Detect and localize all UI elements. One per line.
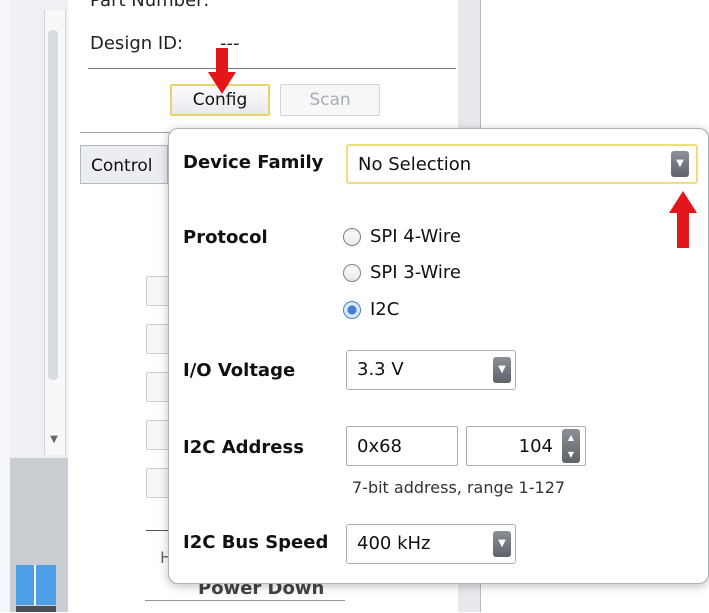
device-family-select[interactable]: No Selection [346, 144, 698, 184]
part-number-label: Part Number: [90, 0, 210, 11]
io-voltage-select[interactable]: 3.3 V [346, 350, 516, 390]
left-edge-strip [0, 0, 10, 612]
radio-label-spi-3-wire: SPI 3-Wire [370, 262, 462, 283]
red-arrow-down-head-icon [208, 72, 236, 94]
red-arrow-icon [677, 212, 689, 248]
bottom-control-box [145, 600, 345, 613]
device-family-value: No Selection [358, 154, 472, 175]
separator-line [88, 68, 456, 69]
radio-i2c[interactable] [343, 301, 361, 319]
i2c-address-hex-input[interactable]: 0x68 [346, 426, 458, 466]
scroll-down-arrow-icon[interactable]: ▼ [46, 432, 62, 448]
i2c-bus-speed-value: 400 kHz [357, 533, 431, 554]
i2c-bus-speed-select[interactable]: 400 kHz [346, 524, 516, 564]
design-id-label: Design ID: [90, 33, 184, 54]
i2c-address-hint: 7-bit address, range 1-127 [352, 478, 566, 497]
chevron-down-icon[interactable]: ▼ [493, 357, 511, 383]
spinner-up-down-icon[interactable]: ▲ ▼ [562, 429, 580, 463]
red-arrow-up-head-icon [669, 191, 697, 213]
i2c-address-dec-value: 104 [518, 436, 553, 457]
i2c-bus-speed-label: I2C Bus Speed [183, 532, 329, 553]
i2c-address-label: I2C Address [183, 437, 304, 458]
radio-spi-4-wire[interactable] [343, 228, 361, 246]
tab-control[interactable]: Control [80, 145, 168, 183]
i2c-address-hex-value: 0x68 [357, 436, 403, 457]
protocol-label: Protocol [183, 227, 268, 248]
chevron-down-icon[interactable]: ▼ [493, 531, 511, 557]
chevron-down-icon[interactable]: ▼ [671, 151, 689, 177]
io-voltage-label: I/O Voltage [183, 360, 296, 381]
radio-label-spi-4-wire: SPI 4-Wire [370, 226, 462, 247]
scan-button[interactable]: Scan [280, 84, 380, 116]
radio-label-i2c: I2C [370, 299, 400, 320]
radio-spi-3-wire[interactable] [343, 264, 361, 282]
red-arrow-icon [216, 48, 228, 74]
left-scrollbar-thumb[interactable] [48, 30, 58, 380]
io-voltage-value: 3.3 V [357, 359, 404, 380]
app-tile-dark [16, 606, 56, 612]
app-tile-icon[interactable] [16, 565, 56, 605]
device-family-label: Device Family [183, 152, 324, 173]
